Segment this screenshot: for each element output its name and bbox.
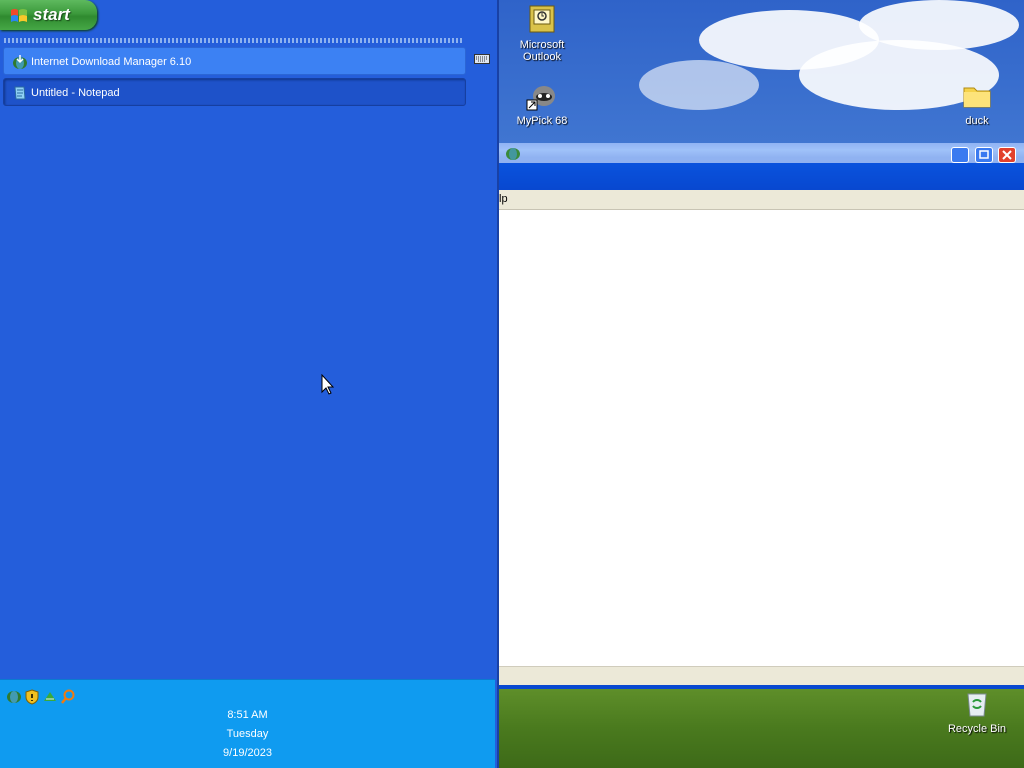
- clock-time[interactable]: 8:51 AM: [0, 709, 495, 721]
- taskbar-grip[interactable]: [4, 38, 464, 43]
- task-label: Untitled - Notepad: [31, 87, 120, 99]
- notepad-icon: [12, 85, 28, 101]
- desktop-icon-duck[interactable]: duck: [937, 80, 1017, 127]
- desktop-icon-label: Microsoft Outlook: [519, 39, 565, 63]
- minimize-button[interactable]: [951, 147, 969, 163]
- folder-icon: [961, 80, 993, 112]
- windows-flag-icon: [10, 7, 28, 23]
- task-button-idm[interactable]: Internet Download Manager 6.10: [3, 47, 466, 75]
- idm-icon: [505, 147, 521, 161]
- task-button-notepad[interactable]: Untitled - Notepad: [3, 78, 466, 106]
- window-content[interactable]: [499, 210, 1024, 666]
- mypick-icon: [526, 80, 558, 112]
- search-icon[interactable]: [60, 689, 76, 705]
- titlebar-ghost: [499, 143, 1024, 163]
- recycle-bin-icon: [961, 688, 993, 720]
- outlook-icon: [526, 4, 558, 36]
- desktop-icon-label: duck: [965, 115, 989, 127]
- cloud: [859, 0, 1019, 50]
- desktop-icon-label: MyPick 68: [516, 115, 568, 127]
- system-tray: 8:51 AM Tuesday 9/19/2023: [0, 679, 495, 768]
- maximize-button[interactable]: [975, 147, 993, 163]
- keyboard-icon[interactable]: [474, 54, 490, 64]
- clock-day: Tuesday: [226, 728, 269, 740]
- desktop-icon-recycle-bin[interactable]: Recycle Bin: [937, 688, 1017, 735]
- app-window[interactable]: lp: [499, 143, 1024, 689]
- close-button[interactable]: [998, 147, 1016, 163]
- cloud: [639, 60, 759, 110]
- task-label: Internet Download Manager 6.10: [31, 56, 192, 68]
- menu-help[interactable]: lp: [499, 193, 508, 205]
- security-shield-icon[interactable]: [24, 689, 40, 705]
- status-bar: [499, 666, 1024, 686]
- start-button[interactable]: start: [0, 0, 97, 30]
- desktop-icon-mypick[interactable]: MyPick 68: [502, 80, 582, 127]
- desktop-icon-label: Recycle Bin: [947, 723, 1007, 735]
- network-icon[interactable]: [42, 689, 58, 705]
- clock-date: 9/19/2023: [223, 747, 272, 759]
- window-titlebar[interactable]: [499, 143, 1024, 190]
- window-border: [499, 685, 1024, 689]
- mouse-cursor-icon: [321, 373, 335, 396]
- idm-tray-icon[interactable]: [6, 689, 22, 705]
- menu-bar: lp: [499, 190, 1024, 210]
- start-label: start: [33, 5, 70, 24]
- desktop-icon-outlook[interactable]: Microsoft Outlook: [502, 4, 582, 63]
- taskbar: start Internet Download Manager 6.10 Unt…: [0, 0, 499, 768]
- idm-icon: [12, 54, 28, 70]
